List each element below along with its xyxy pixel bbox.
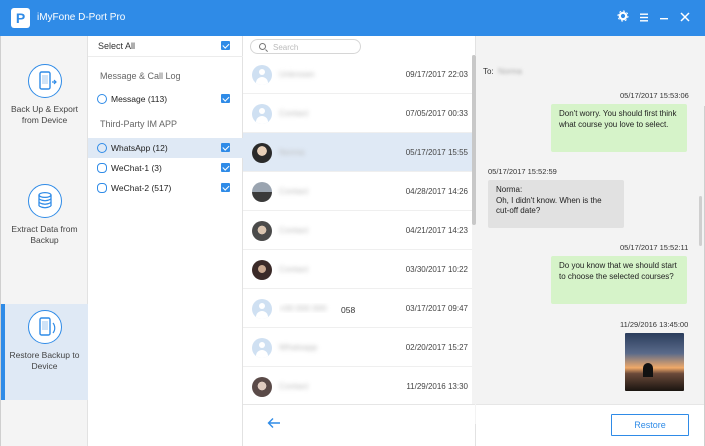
- contact-name: Contact: [279, 381, 309, 391]
- avatar: [252, 182, 272, 202]
- message-time: 05/17/2017 15:52:59: [488, 167, 557, 176]
- chat-panel: To: Norma 05/17/2017 15:53:06 Don't worr…: [476, 36, 705, 446]
- category-checkbox[interactable]: [221, 94, 230, 103]
- gear-icon[interactable]: [615, 9, 631, 27]
- message-time: 05/17/2017 15:53:06: [620, 91, 689, 100]
- contact-row[interactable]: Norma 05/17/2017 15:55: [243, 133, 472, 172]
- avatar: [252, 65, 272, 85]
- select-all-row[interactable]: Select All: [88, 36, 243, 57]
- avatar: [252, 104, 272, 124]
- category-label: Message (113): [111, 94, 168, 104]
- section-title-message: Message & Call Log: [100, 71, 181, 81]
- contact-list-panel: Unknown 09/17/2017 22:03 Contact 07/05/2…: [243, 36, 476, 446]
- category-wechat-2[interactable]: WeChat-2 (517): [88, 178, 243, 198]
- contact-date: 05/17/2017 15:55: [405, 148, 468, 157]
- message-bubble-out: Do you know that we should start to choo…: [551, 256, 687, 304]
- sidebar-nav: Back Up & Export from Device Extract Dat…: [0, 36, 88, 446]
- contact-date: 04/21/2017 14:23: [405, 226, 468, 235]
- contact-name: Contact: [279, 108, 309, 118]
- category-message[interactable]: Message (113): [88, 89, 243, 109]
- close-icon[interactable]: [677, 9, 693, 27]
- to-name: Norma: [498, 67, 523, 76]
- category-label: WhatsApp (12): [111, 143, 168, 153]
- contact-row[interactable]: Contact 04/21/2017 14:23: [243, 211, 472, 250]
- contact-row[interactable]: Unknown 09/17/2017 22:03: [243, 55, 472, 94]
- search-box[interactable]: [250, 39, 361, 54]
- minimize-icon[interactable]: [656, 9, 672, 27]
- category-wechat-1[interactable]: WeChat-1 (3): [88, 158, 243, 178]
- phone-export-icon: [28, 64, 62, 98]
- nav-label: Back Up & Export from Device: [10, 104, 79, 125]
- wechat-icon: [97, 163, 107, 173]
- contact-date: 11/29/2016 13:30: [406, 382, 468, 391]
- contact-name: Unknown: [279, 69, 315, 79]
- avatar: [252, 377, 272, 397]
- search-input[interactable]: [273, 41, 358, 53]
- avatar: [252, 143, 272, 163]
- category-label: WeChat-1 (3): [111, 163, 162, 173]
- contact-row[interactable]: Contact 03/30/2017 10:22: [243, 250, 472, 289]
- message-image[interactable]: [625, 333, 684, 391]
- search-icon: [259, 43, 266, 50]
- to-label: To:: [483, 67, 494, 76]
- contact-date: 09/17/2017 22:03: [405, 70, 468, 79]
- message-time: 11/29/2016 13:45:00: [620, 320, 689, 329]
- contact-row[interactable]: Contact 04/28/2017 14:26: [243, 172, 472, 211]
- menu-icon[interactable]: [636, 9, 652, 27]
- chat-footer: Restore: [476, 404, 704, 446]
- message-bubble-out: Don't worry. You should first think what…: [551, 104, 687, 152]
- avatar: [252, 299, 272, 319]
- category-checkbox[interactable]: [221, 163, 230, 172]
- contact-name: +00 000 000 058: [279, 303, 356, 313]
- select-all-checkbox[interactable]: [221, 41, 230, 50]
- nav-item-backup-export[interactable]: Back Up & Export from Device: [1, 58, 88, 154]
- avatar: [252, 221, 272, 241]
- category-label: WeChat-2 (517): [111, 183, 172, 193]
- contact-row[interactable]: Contact 11/29/2016 13:30: [243, 367, 472, 406]
- contact-footer: [243, 404, 475, 446]
- database-icon: [28, 184, 62, 218]
- nav-item-restore-backup[interactable]: Restore Backup to Device: [1, 304, 88, 400]
- contact-date: 03/30/2017 10:22: [405, 265, 468, 274]
- contact-name: Norma: [279, 147, 305, 157]
- whatsapp-icon: [97, 143, 107, 153]
- contact-date: 02/20/2017 15:27: [405, 343, 468, 352]
- select-all-label: Select All: [98, 41, 136, 51]
- message-time: 05/17/2017 15:52:11: [620, 243, 689, 252]
- category-checkbox[interactable]: [221, 143, 230, 152]
- contact-name: Whatsapp: [279, 342, 318, 352]
- nav-label: Extract Data from Backup: [11, 224, 78, 245]
- contact-date: 07/05/2017 00:33: [405, 109, 468, 118]
- message-bubble-in: Norma: Oh, I didn't know. When is the cu…: [488, 180, 624, 228]
- category-panel: Select All Message & Call Log Message (1…: [88, 36, 243, 446]
- message-bubble-icon: [97, 94, 107, 104]
- nav-label: Restore Backup to Device: [9, 350, 80, 371]
- avatar: [252, 338, 272, 358]
- contact-name: Contact: [279, 264, 309, 274]
- contact-row[interactable]: +00 000 000 058 03/17/2017 09:47: [243, 289, 472, 328]
- app-logo-icon: P: [11, 8, 30, 28]
- title-bar: P iMyFone D-Port Pro: [0, 0, 705, 36]
- restore-button[interactable]: Restore: [611, 414, 689, 436]
- section-title-im: Third-Party IM APP: [100, 119, 178, 129]
- wechat-icon: [97, 183, 107, 193]
- chat-scrollbar[interactable]: [699, 196, 702, 246]
- nav-item-extract-backup[interactable]: Extract Data from Backup: [1, 178, 88, 274]
- contact-date: 04/28/2017 14:26: [405, 187, 468, 196]
- contact-list: Unknown 09/17/2017 22:03 Contact 07/05/2…: [243, 55, 476, 424]
- contact-row[interactable]: Whatsapp 02/20/2017 15:27: [243, 328, 472, 367]
- avatar: [252, 260, 272, 280]
- contact-name: Contact: [279, 225, 309, 235]
- image-figure: [643, 363, 653, 377]
- category-whatsapp[interactable]: WhatsApp (12): [88, 138, 243, 158]
- contact-name: Contact: [279, 186, 309, 196]
- contact-date: 03/17/2017 09:47: [405, 304, 468, 313]
- contact-row[interactable]: Contact 07/05/2017 00:33: [243, 94, 472, 133]
- phone-restore-icon: [28, 310, 62, 344]
- back-arrow-icon[interactable]: [267, 417, 281, 431]
- app-title: iMyFone D-Port Pro: [37, 12, 126, 23]
- category-checkbox[interactable]: [221, 183, 230, 192]
